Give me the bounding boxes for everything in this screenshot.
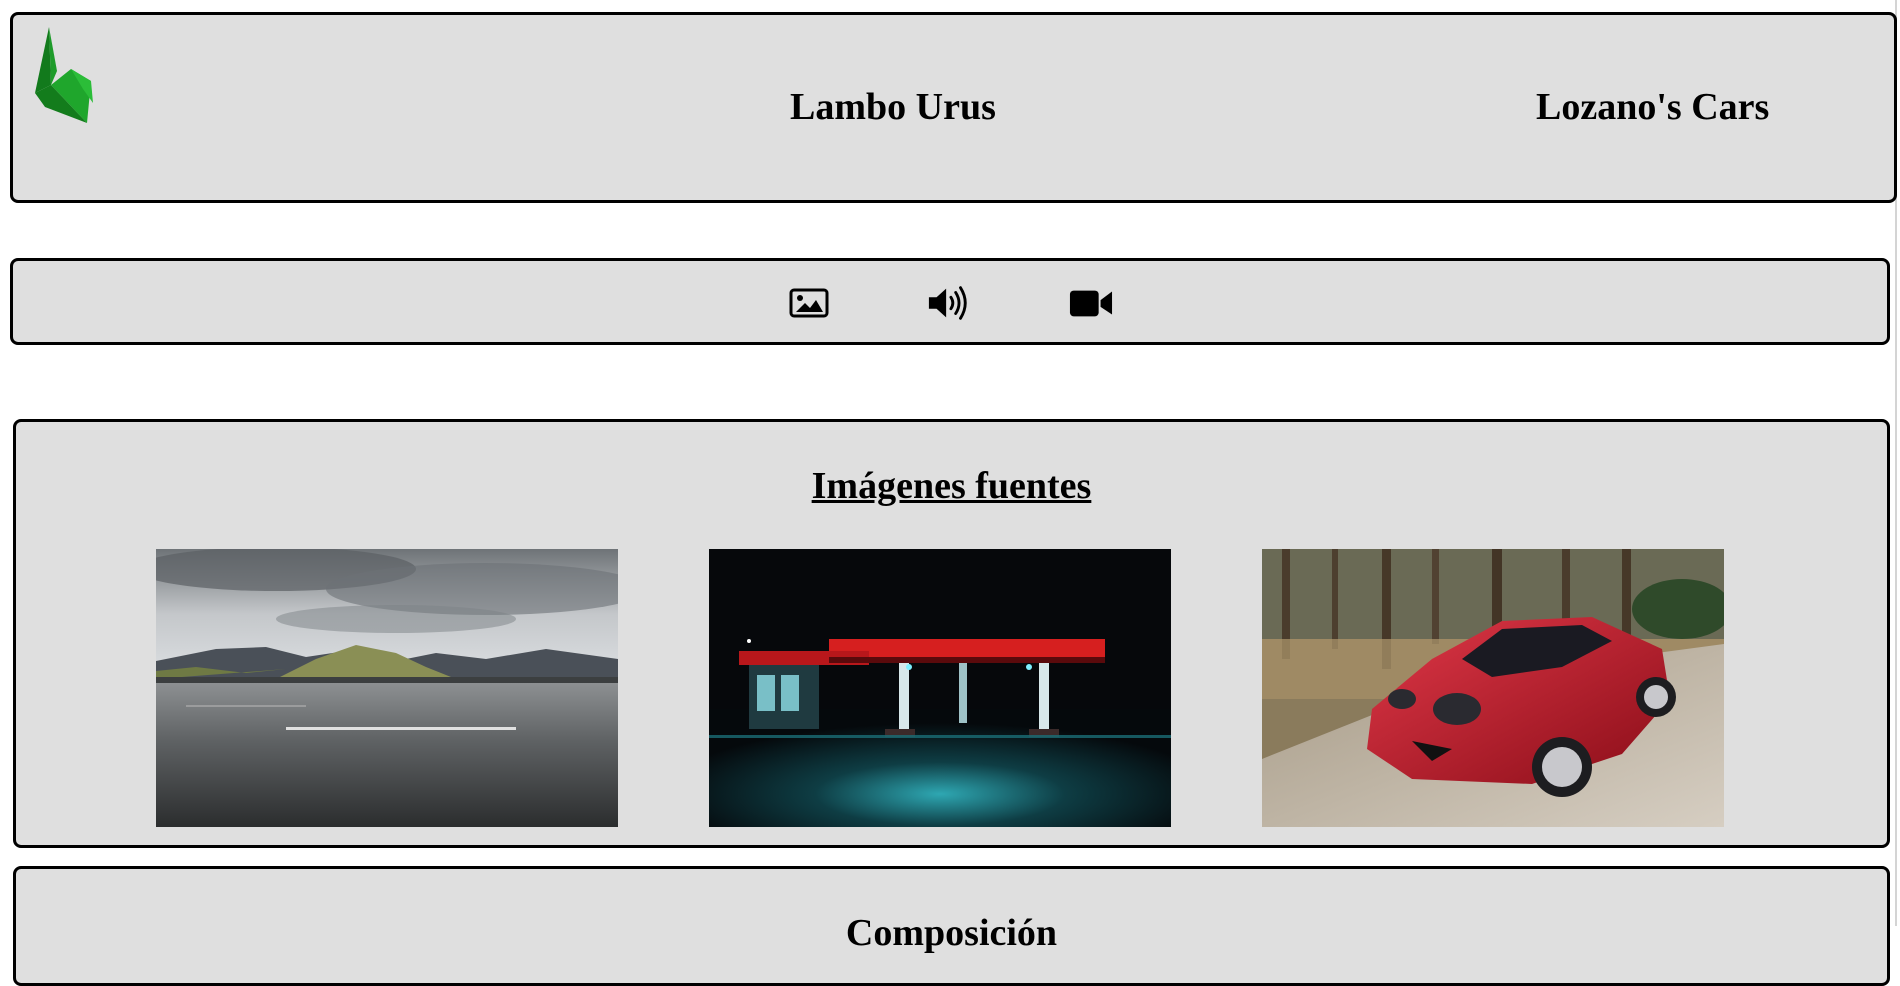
composition-section: Composición (13, 866, 1890, 986)
section-heading: Composición (845, 912, 1058, 954)
video-camera-icon (1069, 290, 1113, 317)
red-car-image[interactable] (1262, 549, 1724, 827)
logo-icon[interactable] (31, 23, 95, 123)
video-button[interactable] (1069, 283, 1113, 323)
brand-name: Lozano's Cars (1536, 86, 1770, 128)
volume-icon (928, 286, 967, 320)
media-toolbar (10, 258, 1890, 345)
image-icon (789, 288, 829, 318)
road-image[interactable] (156, 549, 618, 827)
section-heading: Imágenes fuentes (811, 465, 1092, 507)
image-sources-section: Imágenes fuentes (13, 419, 1890, 848)
page-header: Lambo Urus Lozano's Cars (10, 12, 1897, 203)
page-title: Lambo Urus (790, 86, 996, 128)
audio-button[interactable] (927, 283, 971, 323)
image-button[interactable] (787, 283, 831, 323)
gas-station-image[interactable] (709, 549, 1171, 827)
